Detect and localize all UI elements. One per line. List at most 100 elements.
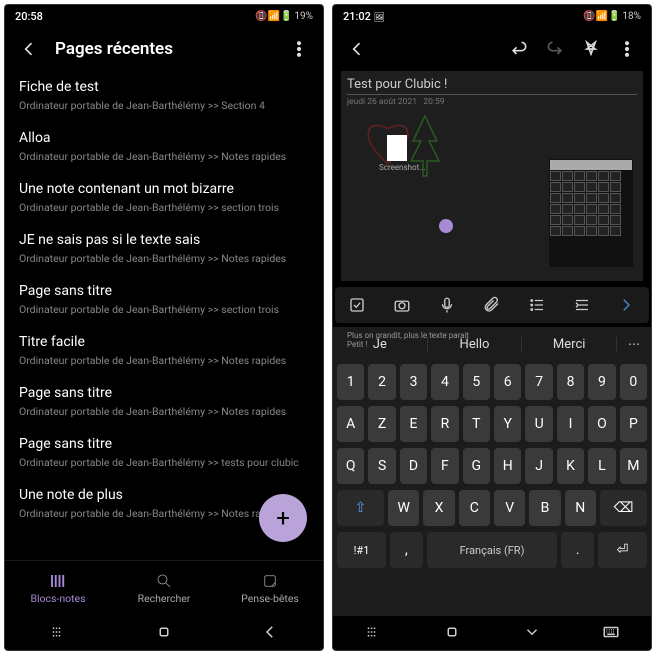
enter-key[interactable]: ⏎ (598, 532, 647, 568)
next-toolbar-icon[interactable] (609, 288, 643, 322)
status-bar: 20:58 📵📶🔋 19% (5, 5, 323, 27)
backspace-key[interactable]: ⌫ (600, 490, 647, 526)
list-item[interactable]: Titre facile Ordinateur portable de Jean… (5, 326, 323, 377)
key[interactable]: K (557, 448, 584, 484)
key-row-1: 1 2 3 4 5 6 7 8 9 0 (333, 361, 651, 403)
key-row-5: !#1 , Français (FR) . ⏎ (333, 529, 651, 571)
key[interactable]: M (620, 448, 647, 484)
list-item[interactable]: Fiche de test Ordinateur portable de Jea… (5, 71, 323, 122)
pages-list[interactable]: Fiche de test Ordinateur portable de Jea… (5, 71, 323, 560)
file-label: Screenshot... (379, 163, 426, 172)
app-bar: Pages récentes (5, 27, 323, 71)
key[interactable]: 8 (557, 364, 584, 400)
bullet-list-icon[interactable] (520, 288, 554, 322)
key[interactable]: 1 (337, 364, 364, 400)
list-item[interactable]: Page sans titre Ordinateur portable de J… (5, 275, 323, 326)
key[interactable]: C (459, 490, 490, 526)
key[interactable]: B (529, 490, 560, 526)
back-sys-icon[interactable] (261, 623, 279, 644)
list-item[interactable]: Alloa Ordinateur portable de Jean-Barthé… (5, 122, 323, 173)
tab-sticky[interactable]: Pense-bêtes (217, 572, 323, 605)
key[interactable]: A (337, 406, 364, 442)
back-icon[interactable] (15, 35, 43, 63)
key[interactable]: Y (494, 406, 521, 442)
key[interactable]: W (388, 490, 419, 526)
soft-keyboard: Je Hello Merci ⋯ 1 2 3 4 5 6 7 8 9 0 A Z… (333, 327, 651, 616)
tab-search[interactable]: Rechercher (111, 572, 217, 605)
undo-icon[interactable] (505, 35, 533, 63)
period-key[interactable]: . (561, 532, 594, 568)
key[interactable]: L (588, 448, 615, 484)
space-key[interactable]: Français (FR) (427, 532, 558, 568)
note-caption: Plus on grandit, plus le texte parait Pe… (347, 331, 637, 349)
key[interactable]: R (431, 406, 458, 442)
mic-icon[interactable] (430, 288, 464, 322)
key[interactable]: J (525, 448, 552, 484)
list-item[interactable]: Page sans titre Ordinateur portable de J… (5, 428, 323, 479)
app-bar (333, 27, 651, 71)
status-bar: 21:02 🖼 📵📶🔋 18% (333, 5, 651, 27)
key[interactable]: T (463, 406, 490, 442)
attach-icon[interactable] (475, 288, 509, 322)
key[interactable]: 5 (463, 364, 490, 400)
key[interactable]: V (494, 490, 525, 526)
redo-icon[interactable] (541, 35, 569, 63)
indent-icon[interactable] (565, 288, 599, 322)
key[interactable]: O (588, 406, 615, 442)
note-title[interactable]: Test pour Clubic ! (347, 77, 637, 95)
file-icon[interactable] (387, 135, 407, 161)
shift-key[interactable]: ⇧ (337, 490, 384, 526)
key[interactable]: 4 (431, 364, 458, 400)
list-item[interactable]: JE ne sais pas si le texte sais Ordinate… (5, 224, 323, 275)
key[interactable]: E (400, 406, 427, 442)
status-time: 21:02 🖼 (343, 10, 385, 23)
symbols-key[interactable]: !#1 (337, 532, 386, 568)
key[interactable]: F (431, 448, 458, 484)
more-icon[interactable] (285, 35, 313, 63)
key[interactable]: P (620, 406, 647, 442)
status-icons: 📵📶🔋 18% (583, 11, 641, 22)
comma-key[interactable]: , (390, 532, 423, 568)
key[interactable]: 3 (400, 364, 427, 400)
home-icon[interactable] (443, 623, 461, 644)
key[interactable]: Z (368, 406, 395, 442)
insert-toolbar (335, 287, 649, 323)
key[interactable]: 6 (494, 364, 521, 400)
key[interactable]: 2 (368, 364, 395, 400)
hide-keyboard-icon[interactable] (523, 623, 541, 644)
key[interactable]: S (368, 448, 395, 484)
key[interactable]: D (400, 448, 427, 484)
bottom-nav: Blocs-notes Rechercher Pense-bêtes (5, 560, 323, 616)
keyboard-photo[interactable] (549, 159, 633, 267)
checkbox-icon[interactable] (340, 288, 374, 322)
phone-note-edit: 21:02 🖼 📵📶🔋 18% Test pour Clubic ! jeudi… (332, 4, 652, 651)
key[interactable]: U (525, 406, 552, 442)
key[interactable]: Q (337, 448, 364, 484)
list-item[interactable]: Page sans titre Ordinateur portable de J… (5, 377, 323, 428)
recents-icon[interactable] (364, 623, 382, 644)
add-page-fab[interactable]: + (259, 494, 307, 542)
key[interactable]: 9 (588, 364, 615, 400)
key[interactable]: G (463, 448, 490, 484)
status-icons: 📵📶🔋 19% (255, 11, 313, 22)
recents-icon[interactable] (49, 623, 67, 644)
keyboard-switch-icon[interactable] (602, 623, 620, 644)
status-time: 20:58 (15, 10, 43, 23)
list-item[interactable]: Une note contenant un mot bizarre Ordina… (5, 173, 323, 224)
back-icon[interactable] (343, 35, 371, 63)
home-icon[interactable] (155, 623, 173, 644)
system-nav (333, 616, 651, 650)
key[interactable]: X (423, 490, 454, 526)
lasso-icon[interactable] (577, 35, 605, 63)
note-canvas[interactable]: Test pour Clubic ! jeudi 26 août 2021 20… (341, 71, 643, 281)
key[interactable]: 7 (525, 364, 552, 400)
key[interactable]: I (557, 406, 584, 442)
key[interactable]: 0 (620, 364, 647, 400)
key[interactable]: H (494, 448, 521, 484)
camera-icon[interactable] (385, 288, 419, 322)
system-nav (5, 616, 323, 650)
more-icon[interactable] (613, 35, 641, 63)
key-row-3: Q S D F G H J K L M (333, 445, 651, 487)
tab-notebooks[interactable]: Blocs-notes (5, 572, 111, 605)
key[interactable]: N (565, 490, 596, 526)
